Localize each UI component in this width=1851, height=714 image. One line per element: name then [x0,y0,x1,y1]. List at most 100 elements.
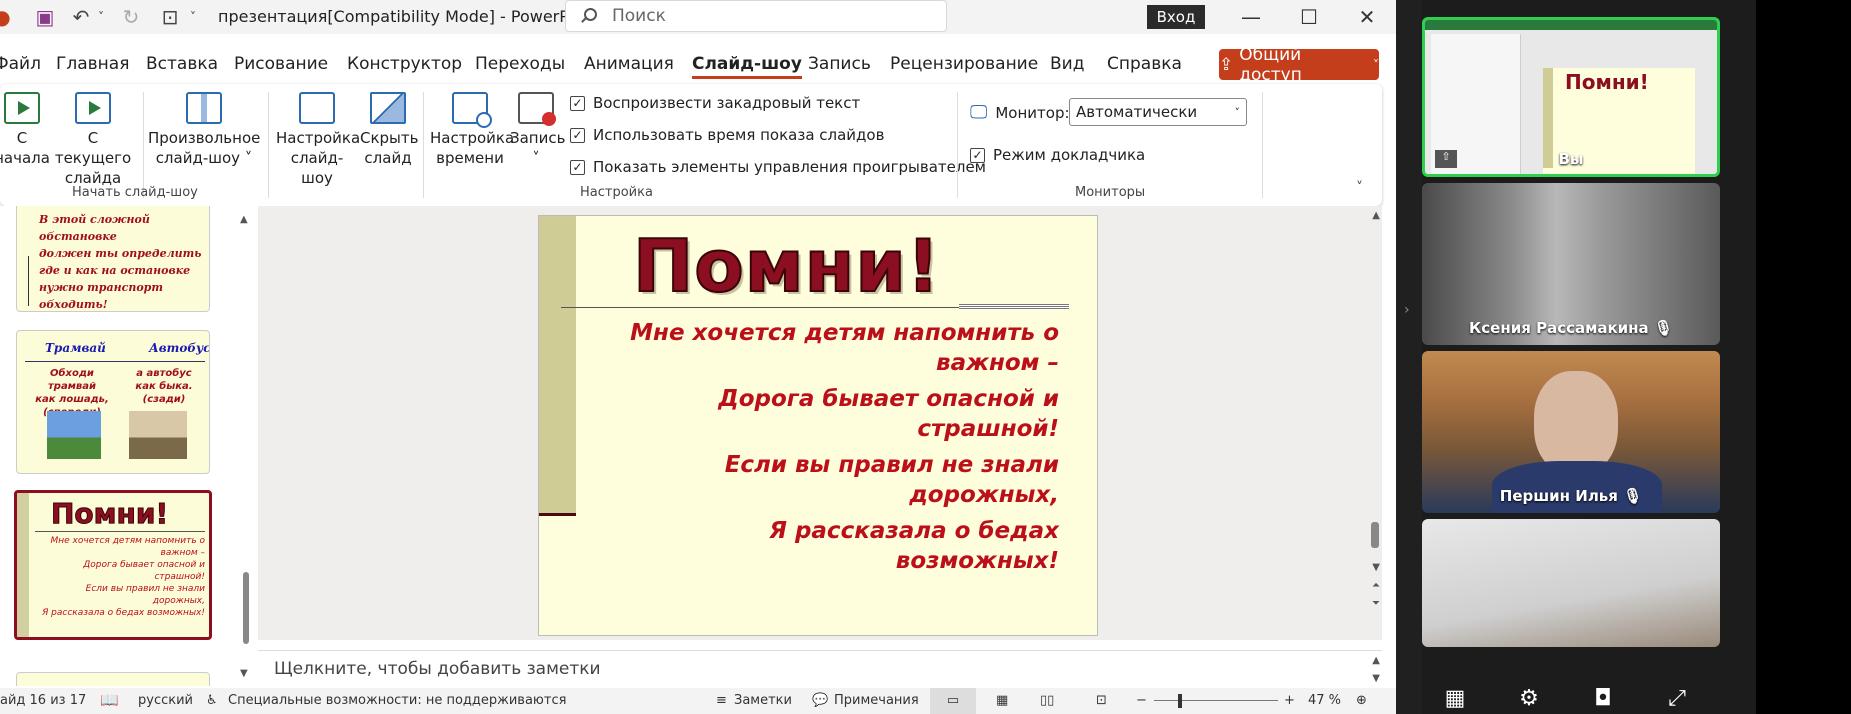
self-video-tile[interactable]: Помни! ⇧ Вы [1422,17,1720,177]
monitor-field: 🖵 Монитор: [970,102,1070,123]
save-icon[interactable]: ▣ [30,4,60,30]
tab-review[interactable]: Рецензирование [890,54,1038,74]
slide-text-line: Дорога бывает опасной и страшной! [718,386,1059,442]
undo-icon[interactable]: ↶ [66,4,96,30]
tab-insert[interactable]: Вставка [146,54,218,74]
gear-icon[interactable]: ⚙ [1514,684,1544,712]
record-button[interactable]: Запись ˅ [510,92,565,168]
record-icon [518,92,556,126]
tab-view[interactable]: Вид [1050,54,1084,74]
collapse-ribbon-icon[interactable]: ˅ [1356,180,1363,196]
zoom-slider-thumb[interactable] [1178,694,1182,708]
tab-home[interactable]: Главная [56,54,129,74]
slide-text-line: Я рассказала о бедах возможных! [769,518,1059,574]
fullscreen-icon[interactable]: ⤢ [1662,684,1692,712]
language-indicator[interactable]: русский [138,693,193,708]
thumb-text-line: должен ты определить [39,247,202,260]
comments-icon[interactable]: 💬 [812,693,828,708]
thumbnail-slide-14[interactable]: В этой сложной обстановке должен ты опре… [16,206,210,312]
thumb-text-line: дорожных, [152,596,205,606]
thumb-text-line: как быка. [135,381,193,392]
accessibility-status[interactable]: Специальные возможности: не поддерживают… [228,693,566,708]
narration-label: Воспроизвести закадровый текст [593,94,861,112]
scroll-thumb[interactable] [243,572,249,644]
notes-toggle[interactable]: Заметки [734,693,792,708]
rehearse-timings-button[interactable]: Настройка времени [430,92,514,168]
tab-transitions[interactable]: Переходы [475,54,565,74]
minimize-icon[interactable]: — [1236,4,1266,30]
thumbnail-slide-17[interactable] [16,672,210,686]
zoom-out-icon[interactable]: − [1136,693,1147,708]
slideshow-view-icon[interactable]: ⊡ [1096,693,1107,708]
panel-gutter: › [1396,0,1422,714]
zoom-in-icon[interactable]: + [1284,693,1295,708]
participant-tile-2[interactable]: Першин Илья 🎙 [1422,351,1720,513]
setup-slideshow-button[interactable]: Настройка слайд-шоу [276,92,360,188]
use-timings-checkbox[interactable]: ✓ Использовать время показа слайдов [570,126,884,144]
picture-in-picture-icon[interactable]: ◘ [1588,684,1618,712]
slide-divider-pattern [959,304,1069,310]
thumb-text-line: а автобус [136,368,192,379]
share-button[interactable]: ⇪ Общий доступ ˅ [1219,45,1379,85]
slide-body-text[interactable]: Мне хочется детям напомнить о важном – Д… [609,318,1059,582]
scroll-down-icon[interactable]: ▼ [1372,562,1380,573]
slide-sorter-icon[interactable]: ▦ [996,693,1008,708]
tab-animations[interactable]: Анимация [584,54,674,74]
scroll-up-icon[interactable]: ▲ [1372,210,1380,221]
present-icon[interactable]: ⊡ [155,4,185,30]
hide-slide-button[interactable]: Скрыть слайд [360,92,418,168]
signin-button[interactable]: Вход [1147,5,1205,29]
notes-scroll-down-icon[interactable]: ▼ [1372,673,1380,684]
expand-panel-icon[interactable]: › [1404,302,1410,318]
zoom-level[interactable]: 47 % [1308,693,1341,708]
normal-view-icon[interactable]: ▭ [930,688,976,714]
slide-scroll-thumb[interactable] [1371,522,1379,548]
tab-file[interactable]: Файл [0,54,41,74]
search-input[interactable]: Поиск [565,0,947,32]
checkbox-checked-icon: ✓ [570,159,585,175]
thumb-text-line: Если вы правил не знали [85,584,205,594]
hide-slide-label-2: слайд [364,149,412,167]
from-start-button[interactable]: С начала [0,92,50,168]
tab-help[interactable]: Справка [1107,54,1182,74]
notes-pane[interactable]: Щелкните, чтобы добавить заметки ▲ ▼ [258,650,1382,686]
previous-slide-icon[interactable]: ⏶ [1372,580,1380,591]
participant-tile-3[interactable] [1422,519,1720,647]
thumbnails-scrollbar[interactable]: ▲ ▼ [240,206,252,686]
participant-tile-1[interactable]: Ксения Рассамакина 🎙 [1422,183,1720,345]
thumb-text-line: (сзади) [142,394,186,405]
search-placeholder: Поиск [612,6,666,26]
share-icon: ⇪ [1219,54,1234,75]
accessibility-icon[interactable]: ♿ [206,693,218,708]
fit-to-window-icon[interactable]: ⊕ [1356,693,1367,708]
tab-draw[interactable]: Рисование [234,54,328,74]
thumbnail-slide-16-selected[interactable]: Помни! Мне хочется детям напомнить о важ… [14,490,212,640]
custom-slideshow-button[interactable]: Произвольное слайд-шоу ˅ [148,92,260,168]
setup-label-2: слайд-шоу [290,149,344,187]
maximize-icon[interactable]: ☐ [1294,4,1324,30]
customize-toolbar-icon[interactable]: ˅ [186,4,200,30]
notes-scroll-up-icon[interactable]: ▲ [1372,655,1380,666]
notes-icon[interactable]: ≡ [716,693,727,708]
current-slide[interactable]: Помни! Мне хочется детям напомнить о важ… [538,215,1098,636]
from-current-button[interactable]: С текущего слайда [50,92,136,188]
undo-dropdown-icon[interactable]: ˅ [94,4,108,30]
narration-checkbox[interactable]: ✓ Воспроизвести закадровый текст [570,94,860,112]
redo-icon[interactable]: ↻ [116,4,146,30]
media-controls-checkbox[interactable]: ✓ Показать элементы управления проигрыва… [570,158,986,176]
thumb-text-line: страшной! [154,572,205,582]
thumbnail-slide-15[interactable]: Трамвай Автобус Обходи трамвай как лошад… [16,330,210,474]
monitor-select[interactable]: Автоматически ˅ [1069,98,1247,126]
tab-record[interactable]: Запись [808,54,871,74]
comments-toggle[interactable]: Примечания [834,693,919,708]
close-icon[interactable]: ✕ [1352,4,1382,30]
slide-title[interactable]: Помни! [632,223,941,309]
next-slide-icon[interactable]: ⏷ [1372,598,1380,609]
tab-slideshow[interactable]: Слайд-шоу [692,54,802,79]
presenter-view-checkbox[interactable]: ✓ Режим докладчика [970,146,1145,164]
spellcheck-icon[interactable]: 📖 [100,691,119,709]
grid-layout-icon[interactable]: ▦ [1440,684,1470,712]
reading-view-icon[interactable]: ▯▯ [1040,693,1054,708]
zoom-slider[interactable] [1154,700,1278,701]
tab-design[interactable]: Конструктор [347,54,462,74]
